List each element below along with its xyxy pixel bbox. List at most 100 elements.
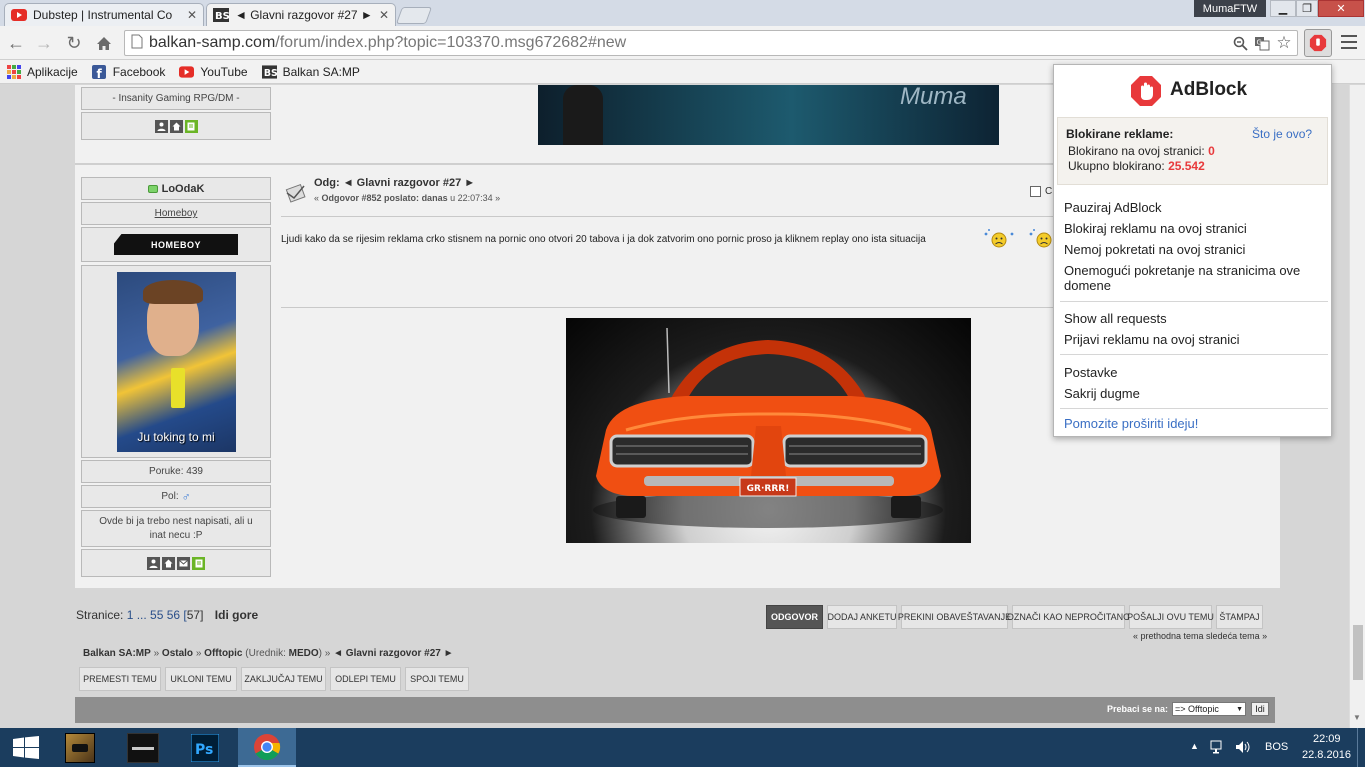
pontiac-gto-illustration: GR·RRR! (593, 327, 943, 528)
home-icon[interactable] (92, 31, 116, 55)
network-icon[interactable] (1210, 740, 1226, 757)
facebook-icon: f (92, 64, 107, 79)
dont-run-on-page-item[interactable]: Nemoj pokretati na ovoj stranici (1064, 242, 1245, 257)
prev-user-group: - Insanity Gaming RPG/DM - (81, 87, 271, 110)
tab-dubstep[interactable]: Dubstep | Instrumental Co ✕ (4, 3, 204, 26)
restore-icon[interactable]: ❐ (1296, 0, 1318, 17)
stop-notify-button[interactable]: PREKINI OBAVEŠTAVANJE (898, 605, 1011, 629)
website-home-icon[interactable] (169, 119, 183, 133)
move-topic-button[interactable]: PREMESTI TEMU (79, 667, 161, 691)
bookmark-star-icon[interactable]: ☆ (1275, 33, 1293, 52)
website-home-icon[interactable] (162, 556, 175, 570)
pagination: Stranice: 1 ... 55 56 [57] Idi gore (76, 608, 258, 622)
minimize-icon[interactable]: ▁ (1270, 0, 1296, 17)
posts-list-icon[interactable] (184, 119, 198, 133)
username-text: LoOdaK (161, 182, 205, 195)
post-username[interactable]: LoOdaK (81, 177, 271, 200)
youtube-icon (179, 65, 195, 79)
translate-icon[interactable]: G (1253, 34, 1271, 52)
disable-on-domain-item[interactable]: Onemogući pokretanje na stranicima ove d… (1064, 263, 1316, 293)
tab-close-icon[interactable]: ✕ (183, 8, 197, 22)
svg-text:G: G (1257, 38, 1262, 46)
print-button[interactable]: ŠTAMPAJ (1216, 605, 1263, 629)
tray-expand-icon[interactable]: ▲ (1190, 741, 1199, 751)
breadcrumb-board[interactable]: Offtopic (204, 648, 242, 659)
avatar-box: Ju toking to mi (81, 265, 271, 458)
report-ad-item[interactable]: Prijavi reklamu na ovoj stranici (1064, 332, 1240, 347)
forward-arrow-icon[interactable]: → (32, 31, 56, 55)
breadcrumb-section[interactable]: Ostalo (162, 648, 193, 659)
add-poll-button[interactable]: DODAJ ANKETU (827, 605, 897, 629)
windows-start-icon[interactable] (6, 731, 46, 765)
signature-divider (281, 307, 1061, 308)
counter-strike-icon[interactable] (125, 731, 161, 765)
post-subject-link[interactable]: Odg: ◄ Glavni razgovor #27 ► (314, 177, 475, 189)
go-to-top-link[interactable]: Idi gore (215, 608, 258, 622)
chrome-menu-icon[interactable] (1340, 32, 1358, 52)
zoom-icon[interactable] (1231, 34, 1249, 52)
posts-list-icon[interactable] (192, 556, 205, 570)
online-status-icon (147, 184, 158, 193)
prev-next-topic-links[interactable]: « prethodna tema sledeća tema » (1133, 631, 1267, 641)
whats-this-link[interactable]: Što je ovo? (1252, 127, 1312, 141)
total-label: Ukupno blokirano: (1068, 159, 1165, 173)
chrome-icon[interactable] (238, 728, 296, 767)
menu-divider (1060, 354, 1328, 355)
send-topic-button[interactable]: POŠALJI OVU TEMU (1127, 605, 1214, 629)
page-icon (131, 34, 143, 52)
moderator-name[interactable]: MEDO (289, 648, 319, 659)
volume-icon[interactable] (1235, 740, 1251, 757)
back-arrow-icon[interactable]: ← (4, 31, 28, 55)
reload-icon[interactable]: ↻ (62, 31, 86, 55)
profile-icon[interactable] (147, 556, 160, 570)
reply-button[interactable]: ODGOVOR (766, 605, 823, 629)
breadcrumb-site[interactable]: Balkan SA:MP (83, 648, 151, 659)
pause-adblock-item[interactable]: Pauziraj AdBlock (1064, 200, 1162, 215)
profile-icon[interactable] (154, 119, 168, 133)
email-icon[interactable] (177, 556, 190, 570)
jump-select[interactable]: => Offtopic ▼ (1172, 702, 1246, 716)
scroll-down-arrow-icon[interactable]: ▼ (1353, 713, 1361, 722)
post-usertitle[interactable]: Homeboy (81, 202, 271, 225)
bookmark-apps[interactable]: Aplikacije (6, 64, 78, 79)
prev-user-icons (81, 112, 271, 140)
new-tab-button[interactable] (395, 7, 433, 24)
pagination-current: 57 (186, 608, 201, 622)
on-page-label: Blokirano na ovoj stranici: (1068, 144, 1205, 158)
remove-topic-button[interactable]: UKLONI TEMU (165, 667, 237, 691)
svg-text:BS: BS (215, 11, 229, 22)
help-spread-link[interactable]: Pomozite proširiti ideju! (1064, 416, 1198, 431)
bookmark-youtube[interactable]: YouTube (179, 65, 248, 79)
jump-go-button[interactable]: Idi (1251, 702, 1269, 716)
close-window-icon[interactable]: ✕ (1318, 0, 1364, 17)
breadcrumb-topic[interactable]: ◄ Glavni razgovor #27 ► (333, 648, 453, 659)
user-profile-button[interactable]: MumaFTW (1194, 0, 1266, 17)
show-desktop-button[interactable] (1357, 728, 1365, 767)
gta-sa-icon[interactable] (62, 731, 98, 765)
tab-close-icon[interactable]: ✕ (375, 8, 389, 22)
language-indicator[interactable]: BOS (1265, 741, 1288, 753)
photoshop-icon[interactable]: Ps (187, 731, 223, 765)
blocked-on-page: Blokirano na ovoj stranici: 0 (1068, 144, 1215, 158)
adblock-toolbar-button[interactable] (1304, 29, 1332, 57)
unsticky-topic-button[interactable]: ODLEPI TEMU (330, 667, 401, 691)
bookmark-facebook[interactable]: f Facebook (92, 64, 165, 79)
scrollbar-thumb[interactable] (1353, 625, 1363, 680)
lock-topic-button[interactable]: ZAKLJUČAJ TEMU (241, 667, 326, 691)
settings-item[interactable]: Postavke (1064, 365, 1117, 380)
homeboy-badge: HOMEBOY (114, 234, 238, 255)
hide-button-item[interactable]: Sakrij dugme (1064, 386, 1140, 401)
pagination-label: Stranice: (76, 608, 124, 622)
address-bar[interactable]: balkan-samp.com/forum/index.php?topic=10… (124, 30, 1298, 56)
tab-glavni-razgovor[interactable]: BS ◄ Glavni razgovor #27 ► ✕ (206, 3, 396, 26)
page-scrollbar[interactable]: ▼ (1349, 85, 1365, 728)
mark-unread-button[interactable]: OZNAČI KAO NEPROČITANO (1007, 605, 1130, 629)
clock-date[interactable]: 22.8.2016 (1302, 749, 1351, 761)
merge-topic-button[interactable]: SPOJI TEMU (405, 667, 469, 691)
show-all-requests-item[interactable]: Show all requests (1064, 311, 1167, 326)
bookmark-balkan-samp[interactable]: BS Balkan SA:MP (261, 65, 360, 79)
clock-time[interactable]: 22:09 (1313, 733, 1341, 745)
block-ad-on-page-item[interactable]: Blokiraj reklamu na ovoj stranici (1064, 221, 1247, 236)
quote-button[interactable]: C (1030, 186, 1052, 197)
pagination-pages[interactable]: 1 ... 55 56 [ (127, 608, 187, 622)
